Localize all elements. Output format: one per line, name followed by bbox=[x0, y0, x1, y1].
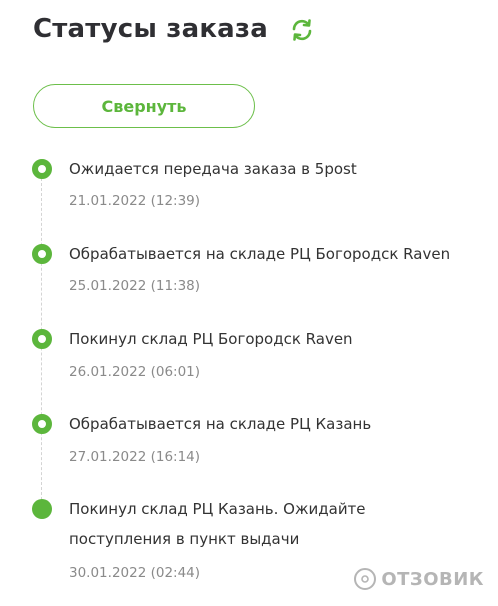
status-date: 25.01.2022 (11:38) bbox=[69, 278, 201, 294]
status-dot bbox=[32, 414, 52, 434]
watermark-text: ОТЗОВИК bbox=[381, 568, 484, 590]
status-text: Покинул склад РЦ Казань. Ожидайте поступ… bbox=[69, 500, 366, 548]
status-text: Покинул склад РЦ Богородск Raven bbox=[69, 330, 353, 348]
status-timeline: Ожидается передача заказа в 5post 21.01.… bbox=[0, 0, 498, 606]
status-dot bbox=[32, 159, 52, 179]
watermark-logo-icon bbox=[354, 568, 377, 590]
status-text: Обрабатывается на складе РЦ Богородск Ra… bbox=[69, 245, 451, 263]
status-text: Ожидается передача заказа в 5post bbox=[69, 160, 357, 178]
status-date: 21.01.2022 (12:39) bbox=[69, 193, 201, 209]
status-date: 30.01.2022 (02:44) bbox=[69, 565, 201, 581]
watermark: ОТЗОВИК bbox=[354, 568, 484, 590]
status-dot bbox=[32, 244, 52, 264]
status-date: 26.01.2022 (06:01) bbox=[69, 364, 201, 380]
status-text: Обрабатывается на складе РЦ Казань bbox=[69, 415, 372, 433]
status-dot-current bbox=[32, 499, 52, 519]
status-dot bbox=[32, 329, 52, 349]
status-date: 27.01.2022 (16:14) bbox=[69, 449, 201, 465]
